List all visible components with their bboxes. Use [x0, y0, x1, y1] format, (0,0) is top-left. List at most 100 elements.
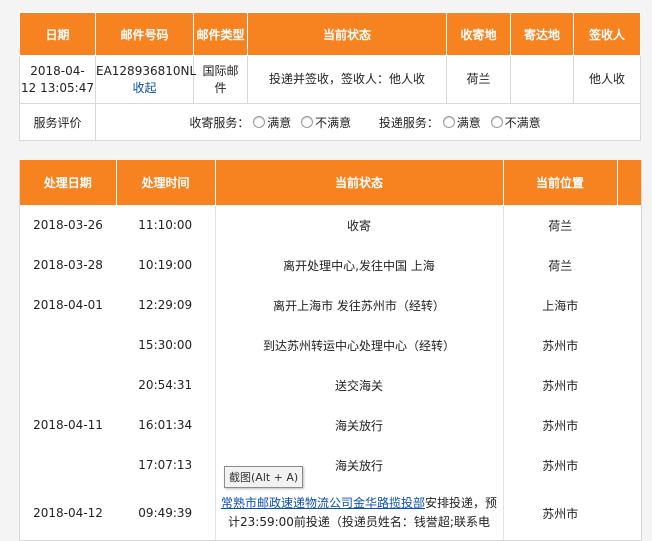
row-status: 收寄: [214, 205, 504, 245]
deliver-unsatisfied-label: 不满意: [504, 115, 541, 130]
row-date: [20, 445, 116, 485]
row-date: 2018-04-12: [33, 506, 103, 520]
summary-mail-number-cell: EA128936810NL 收起: [95, 55, 197, 104]
row-status: 送交海关: [214, 365, 504, 405]
deliver-unsatisfied-radio[interactable]: 不满意: [490, 115, 541, 130]
service-evaluation-row: 服务评价 收寄服务： 满意 不满意 投递服务： 满意 不满意: [19, 103, 641, 141]
deliver-satisfied-label: 满意: [456, 115, 481, 130]
row-location: 荷兰: [548, 218, 573, 233]
row-location: 荷兰: [548, 258, 573, 273]
mail-summary-table: 日期 邮件号码 邮件类型 当前状态 收寄地 寄达地 签收人 2018-04- 1…: [19, 12, 641, 141]
row-status: 离开上海市 发往苏州市（经转）: [214, 285, 504, 325]
collect-unsatisfied-radio[interactable]: 不满意: [301, 115, 355, 130]
summary-info-row: 2018-04- 12 13:05:47 EA128936810NL 收起 国际…: [19, 55, 641, 104]
deliver-satisfied-radio[interactable]: 满意: [442, 115, 485, 130]
row-date: 2018-04-01: [33, 298, 103, 312]
row-status: 到达苏州转运中心处理中心（经转）: [214, 325, 504, 365]
header-process-date: 处理日期: [20, 160, 117, 205]
summary-time: 12 13:05:47: [21, 80, 94, 95]
row-location: 苏州市: [542, 458, 579, 473]
summary-type-cell: 国际邮 件: [193, 55, 248, 104]
tracking-body: 2018-03-26 11:10:00 收寄 荷兰 2018-03-28 10:19:00…: [20, 205, 641, 540]
table-row: 15:30:00 到达苏州转运中心处理中心（经转） 苏州市: [20, 325, 641, 365]
header-location: 当前位置: [503, 160, 618, 205]
row-spacer: [617, 205, 641, 245]
summary-date-cell: 2018-04- 12 13:05:47: [19, 55, 96, 104]
deliver-service-label: 投递服务：: [378, 115, 439, 130]
collapse-link[interactable]: 收起: [96, 80, 193, 97]
row-status: 海关放行: [214, 405, 504, 445]
row-time: 16:01:34: [138, 418, 193, 432]
radio-icon[interactable]: [490, 115, 503, 128]
summary-header-row: 日期 邮件号码 邮件类型 当前状态 收寄地 寄达地 签收人: [19, 12, 641, 56]
summary-signer: 他人收: [573, 55, 641, 104]
collect-satisfied-label: 满意: [267, 115, 292, 130]
row-location: 苏州市: [542, 418, 579, 433]
tracking-panel: 处理日期 处理时间 当前状态 当前位置 2018-03-26 11:10:00 收寄…: [19, 160, 642, 541]
row-time: 09:49:39: [138, 506, 193, 520]
table-row: 17:07:13 海关放行 苏州市: [20, 445, 641, 485]
header-process-time: 处理时间: [116, 160, 216, 205]
summary-status: 投递并签收，签收人：他人收: [247, 55, 447, 104]
row-status: 常熟市邮政速递物流公司金华路揽投部安排投递，预计23:59:00前投递（投递员姓…: [214, 485, 504, 540]
row-location: 苏州市: [542, 338, 579, 353]
row-date: 2018-03-28: [33, 258, 103, 272]
tracking-table: 处理日期 处理时间 当前状态 当前位置 2018-03-26 11:10:00 收寄…: [20, 160, 641, 540]
row-time: 12:29:09: [138, 298, 193, 312]
evaluation-options-cell: 收寄服务： 满意 不满意 投递服务： 满意 不满意: [95, 103, 641, 141]
summary-origin: 荷兰: [446, 55, 511, 104]
table-row: 2018-03-26 11:10:00 收寄 荷兰: [20, 205, 641, 245]
header-signer: 签收人: [573, 12, 641, 56]
delivery-office-link[interactable]: 常熟市邮政速递物流公司金华路揽投部: [221, 496, 425, 510]
header-status: 当前状态: [215, 160, 504, 205]
row-time: 11:10:00: [138, 218, 193, 232]
header-spacer: [617, 160, 641, 205]
radio-icon[interactable]: [301, 115, 314, 128]
header-mail-number: 邮件号码: [95, 12, 194, 56]
header-mail-type: 邮件类型: [193, 12, 248, 56]
row-status-text1: 安排投递，预: [425, 496, 498, 510]
collect-unsatisfied-label: 不满意: [315, 115, 352, 130]
row-spacer: [617, 365, 641, 405]
header-date: 日期: [19, 12, 96, 56]
mail-number: EA128936810NL: [96, 63, 197, 78]
header-destination: 寄达地: [510, 12, 574, 56]
row-status: 离开处理中心,发往中国 上海: [214, 245, 504, 285]
evaluation-label: 服务评价: [19, 103, 96, 141]
row-location: 苏州市: [542, 506, 579, 521]
collect-service-label: 收寄服务：: [189, 115, 250, 130]
row-status-text2: 计23:59:00前投递（投递员姓名：钱誉超;联系电: [228, 515, 490, 529]
row-time: 10:19:00: [138, 258, 193, 272]
mail-type-line2: 件: [214, 80, 227, 95]
mail-type-line1: 国际邮: [202, 63, 239, 78]
row-spacer: [617, 445, 641, 485]
row-date: 2018-04-11: [33, 418, 103, 432]
table-row: 2018-04-01 12:29:09 离开上海市 发往苏州市（经转） 上海市: [20, 285, 641, 325]
row-spacer: [617, 405, 641, 445]
screenshot-tooltip: 截图(Alt + A): [224, 466, 304, 488]
table-row: 2018-04-11 16:01:34 海关放行 苏州市: [20, 405, 641, 445]
row-date: [20, 365, 116, 405]
table-row: 2018-04-12 09:49:39 常熟市邮政速递物流公司金华路揽投部安排投递，…: [20, 485, 641, 540]
row-time: 17:07:13: [138, 458, 193, 472]
radio-icon[interactable]: [253, 115, 266, 128]
collect-satisfied-radio[interactable]: 满意: [253, 115, 295, 130]
tracking-header-row: 处理日期 处理时间 当前状态 当前位置: [20, 160, 641, 205]
row-location: 苏州市: [542, 378, 579, 393]
row-spacer: [617, 285, 641, 325]
table-row: 2018-03-28 10:19:00 离开处理中心,发往中国 上海 荷兰: [20, 245, 641, 285]
summary-destination: [510, 55, 574, 104]
header-current-status: 当前状态: [247, 12, 447, 56]
row-location: 上海市: [542, 298, 579, 313]
row-spacer: [617, 325, 641, 365]
summary-date: 2018-04-: [30, 63, 85, 78]
table-row: 20:54:31 送交海关 苏州市: [20, 365, 641, 405]
header-origin: 收寄地: [446, 12, 511, 56]
radio-icon[interactable]: [442, 115, 455, 128]
row-date: [20, 325, 116, 365]
row-spacer: [617, 245, 641, 285]
row-date: 2018-03-26: [33, 218, 103, 232]
row-time: 15:30:00: [138, 338, 193, 352]
row-time: 20:54:31: [138, 378, 193, 392]
row-spacer: [617, 485, 641, 540]
